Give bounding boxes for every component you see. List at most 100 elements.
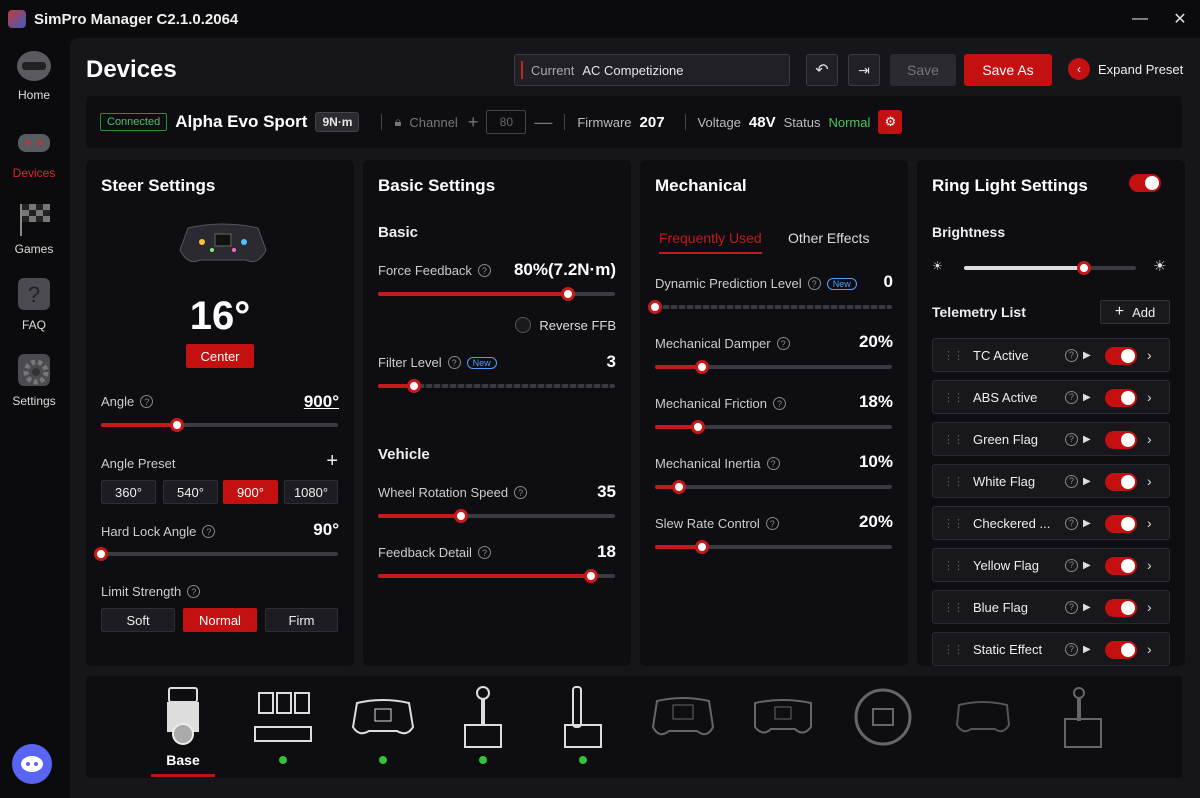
wheel-round-device[interactable] [848,684,918,754]
steer-settings-panel: Steer Settings 16° Center Angle? 900° An… [86,160,354,666]
telemetry-item[interactable]: ⋮⋮ White Flag? ▶ › [932,464,1170,498]
angle-value[interactable]: 900° [304,392,339,412]
drag-handle-icon[interactable]: ⋮⋮ [943,517,964,530]
telemetry-toggle[interactable] [1105,347,1137,365]
minimize-icon[interactable]: — [1120,0,1160,38]
telemetry-item[interactable]: ⋮⋮ ABS Active? ▶ › [932,380,1170,414]
play-icon[interactable]: ▶ [1083,476,1091,487]
save-as-button[interactable]: Save As [964,54,1052,86]
drag-handle-icon[interactable]: ⋮⋮ [943,559,964,572]
channel-minus-button[interactable]: — [534,112,552,133]
chevron-right-icon[interactable]: › [1147,347,1152,363]
play-icon[interactable]: ▶ [1083,644,1091,655]
channel-input[interactable]: 80 [486,110,527,134]
hardlock-slider[interactable] [94,547,338,561]
shifter-device[interactable] [448,684,518,754]
drag-handle-icon[interactable]: ⋮⋮ [943,475,964,488]
chevron-right-icon[interactable]: › [1147,599,1152,615]
drag-handle-icon[interactable]: ⋮⋮ [943,391,964,404]
feedback-detail-value: 18 [597,542,616,561]
drag-handle-icon[interactable]: ⋮⋮ [943,349,964,362]
add-preset-button[interactable]: + [326,450,338,473]
filter-level-slider[interactable] [378,379,615,393]
telemetry-toggle[interactable] [1105,473,1137,491]
expand-preset-button[interactable]: ‹ Expand Preset [1068,58,1183,80]
angle-slider[interactable] [101,418,338,432]
close-icon[interactable]: ✕ [1160,0,1200,38]
pedals-device[interactable] [248,684,318,754]
help-icon: ? [1065,474,1078,488]
base-device[interactable] [148,684,218,754]
sidebar-item-games[interactable]: Games [0,200,68,256]
chevron-right-icon[interactable]: › [1147,389,1152,405]
play-icon[interactable]: ▶ [1083,560,1091,571]
force-feedback-slider[interactable] [378,287,615,301]
play-icon[interactable]: ▶ [1083,350,1091,361]
telemetry-toggle[interactable] [1105,431,1137,449]
chevron-right-icon[interactable]: › [1147,557,1152,573]
handbrake-device[interactable] [548,684,618,754]
mech-row-slider[interactable] [655,480,892,494]
brightness-slider[interactable] [964,261,1136,275]
wheel-small-device[interactable] [948,684,1018,754]
telemetry-item[interactable]: ⋮⋮ Checkered ...? ▶ › [932,506,1170,540]
telemetry-item[interactable]: ⋮⋮ Green Flag? ▶ › [932,422,1170,456]
sidebar-item-settings[interactable]: Settings [0,352,68,408]
chevron-right-icon[interactable]: › [1147,473,1152,489]
sidebar-item-faq[interactable]: ? FAQ [0,276,68,332]
import-button[interactable]: ⇥ [848,54,880,86]
telemetry-toggle[interactable] [1105,557,1137,575]
undo-button[interactable]: ↶ [806,54,838,86]
chevron-right-icon[interactable]: › [1147,641,1152,657]
telemetry-toggle[interactable] [1105,389,1137,407]
mech-row-slider[interactable] [655,360,892,374]
telemetry-item[interactable]: ⋮⋮ Static Effect? ▶ › [932,632,1170,666]
device-settings-button[interactable]: ⚙ [878,110,903,134]
mech-row-slider[interactable] [655,540,892,554]
mech-row-slider[interactable] [648,300,892,314]
drag-handle-icon[interactable]: ⋮⋮ [943,601,964,614]
telemetry-item[interactable]: ⋮⋮ Blue Flag? ▶ › [932,590,1170,624]
preset-1080-button[interactable]: 1080° [284,480,338,504]
play-icon[interactable]: ▶ [1083,518,1091,529]
preset-540-button[interactable]: 540° [163,480,218,504]
preset-900-button[interactable]: 900° [223,480,278,504]
drag-handle-icon[interactable]: ⋮⋮ [943,643,964,656]
shifter-box-device[interactable] [1048,684,1118,754]
play-icon[interactable]: ▶ [1083,434,1091,445]
limit-normal-button[interactable]: Normal [183,608,257,632]
telemetry-toggle[interactable] [1105,641,1137,659]
tab-other-effects[interactable]: Other Effects [788,230,869,246]
telemetry-toggle[interactable] [1105,599,1137,617]
wheel-rotation-slider[interactable] [378,509,615,523]
telemetry-item[interactable]: ⋮⋮ Yellow Flag? ▶ › [932,548,1170,582]
ring-light-toggle[interactable] [1129,174,1161,192]
current-preset-selector[interactable]: Current AC Competizione [514,54,790,86]
chevron-right-icon[interactable]: › [1147,515,1152,531]
limit-firm-button[interactable]: Firm [265,608,338,632]
telemetry-toggle[interactable] [1105,515,1137,533]
discord-icon[interactable] [12,744,52,784]
telemetry-item[interactable]: ⋮⋮ TC Active? ▶ › [932,338,1170,372]
channel-plus-button[interactable]: + [468,112,479,133]
preset-360-button[interactable]: 360° [101,480,156,504]
sidebar-item-devices[interactable]: Devices [0,124,68,180]
sidebar-item-home[interactable]: Home [0,46,68,102]
brightness-low-icon: ☀ [932,259,943,273]
play-icon[interactable]: ▶ [1083,602,1091,613]
save-button[interactable]: Save [890,54,956,86]
wheel-formula-device[interactable] [348,684,418,754]
tab-frequently-used[interactable]: Frequently Used [659,230,762,254]
center-button[interactable]: Center [186,344,254,368]
add-telemetry-button[interactable]: + Add [1100,300,1170,324]
drag-handle-icon[interactable]: ⋮⋮ [943,433,964,446]
reverse-ffb-toggle[interactable]: Reverse FFB [515,317,616,333]
mech-row-slider[interactable] [655,420,892,434]
mech-row-value: 18% [858,392,893,411]
play-icon[interactable]: ▶ [1083,392,1091,403]
limit-soft-button[interactable]: Soft [101,608,175,632]
wheel-gt-device[interactable] [748,684,818,754]
wheel-f1-device[interactable] [648,684,718,754]
feedback-detail-slider[interactable] [378,569,615,583]
chevron-right-icon[interactable]: › [1147,431,1152,447]
